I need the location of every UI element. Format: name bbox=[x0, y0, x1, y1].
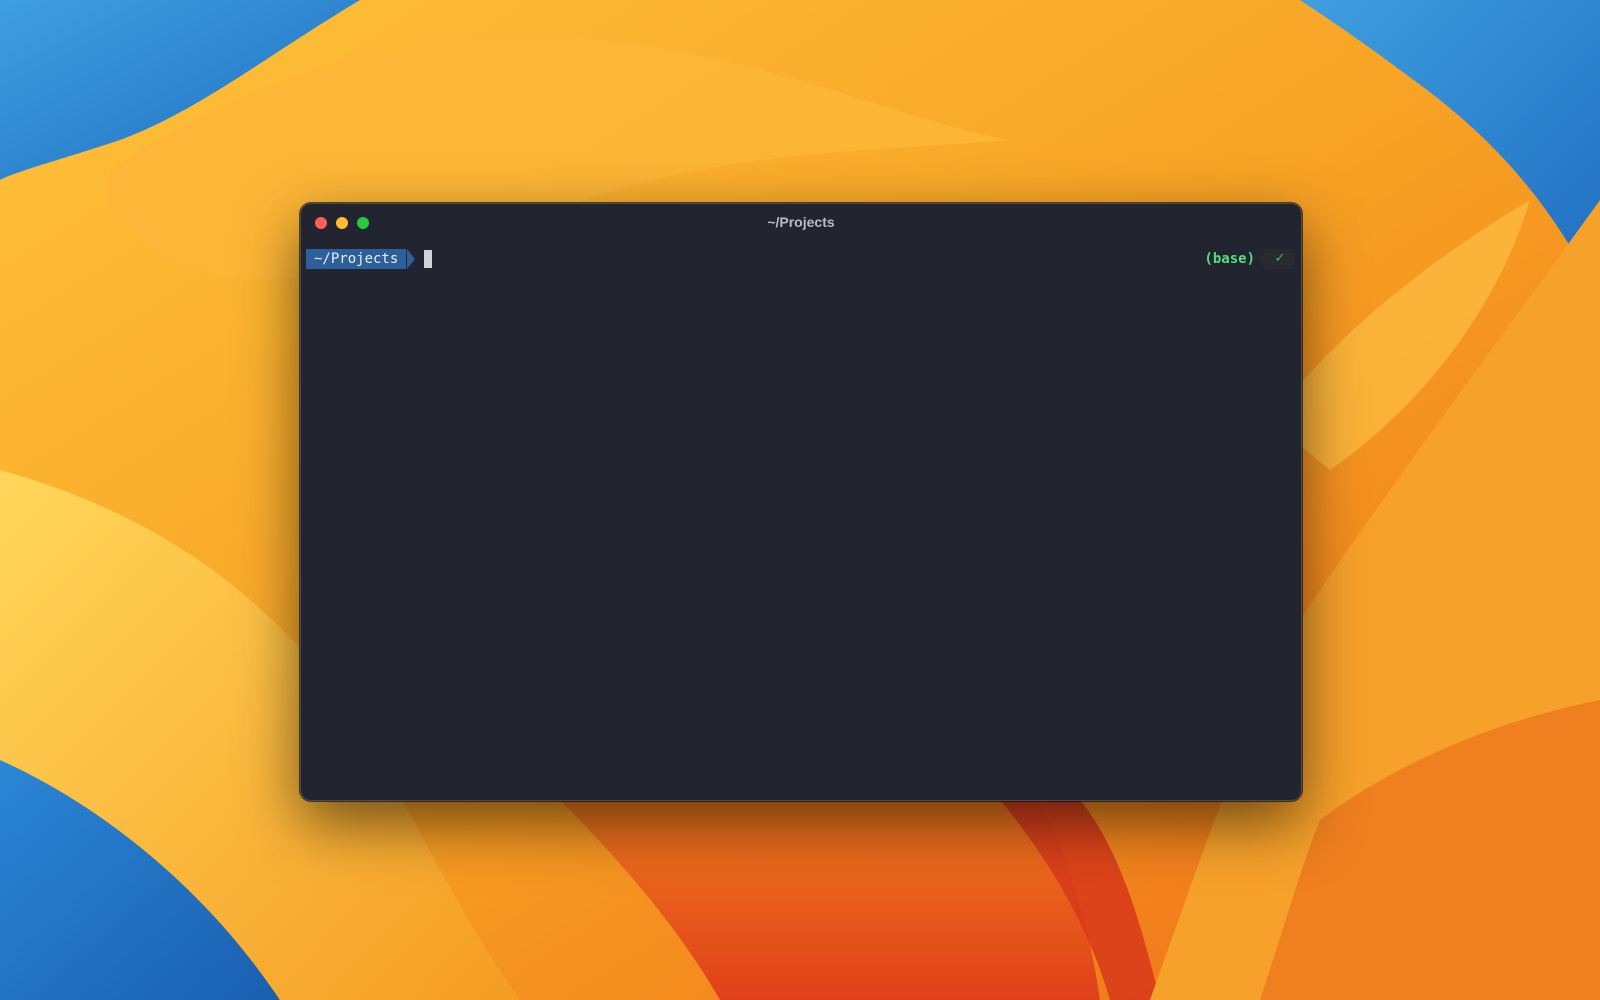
prompt-segment-arrow bbox=[407, 249, 415, 269]
terminal-window[interactable]: ~/Projects ~/Projects (base) ✓ bbox=[300, 203, 1302, 801]
window-title: ~/Projects bbox=[767, 214, 835, 230]
prompt-directory-segment: ~/Projects bbox=[306, 249, 407, 269]
text-cursor bbox=[424, 250, 432, 268]
checkmark-icon: ✓ bbox=[1274, 251, 1286, 266]
conda-env-label: (base) bbox=[1204, 251, 1255, 267]
status-segment: ✓ bbox=[1259, 249, 1295, 269]
title-bar[interactable]: ~/Projects bbox=[301, 204, 1301, 242]
terminal-content[interactable]: ~/Projects (base) ✓ bbox=[301, 242, 1301, 800]
